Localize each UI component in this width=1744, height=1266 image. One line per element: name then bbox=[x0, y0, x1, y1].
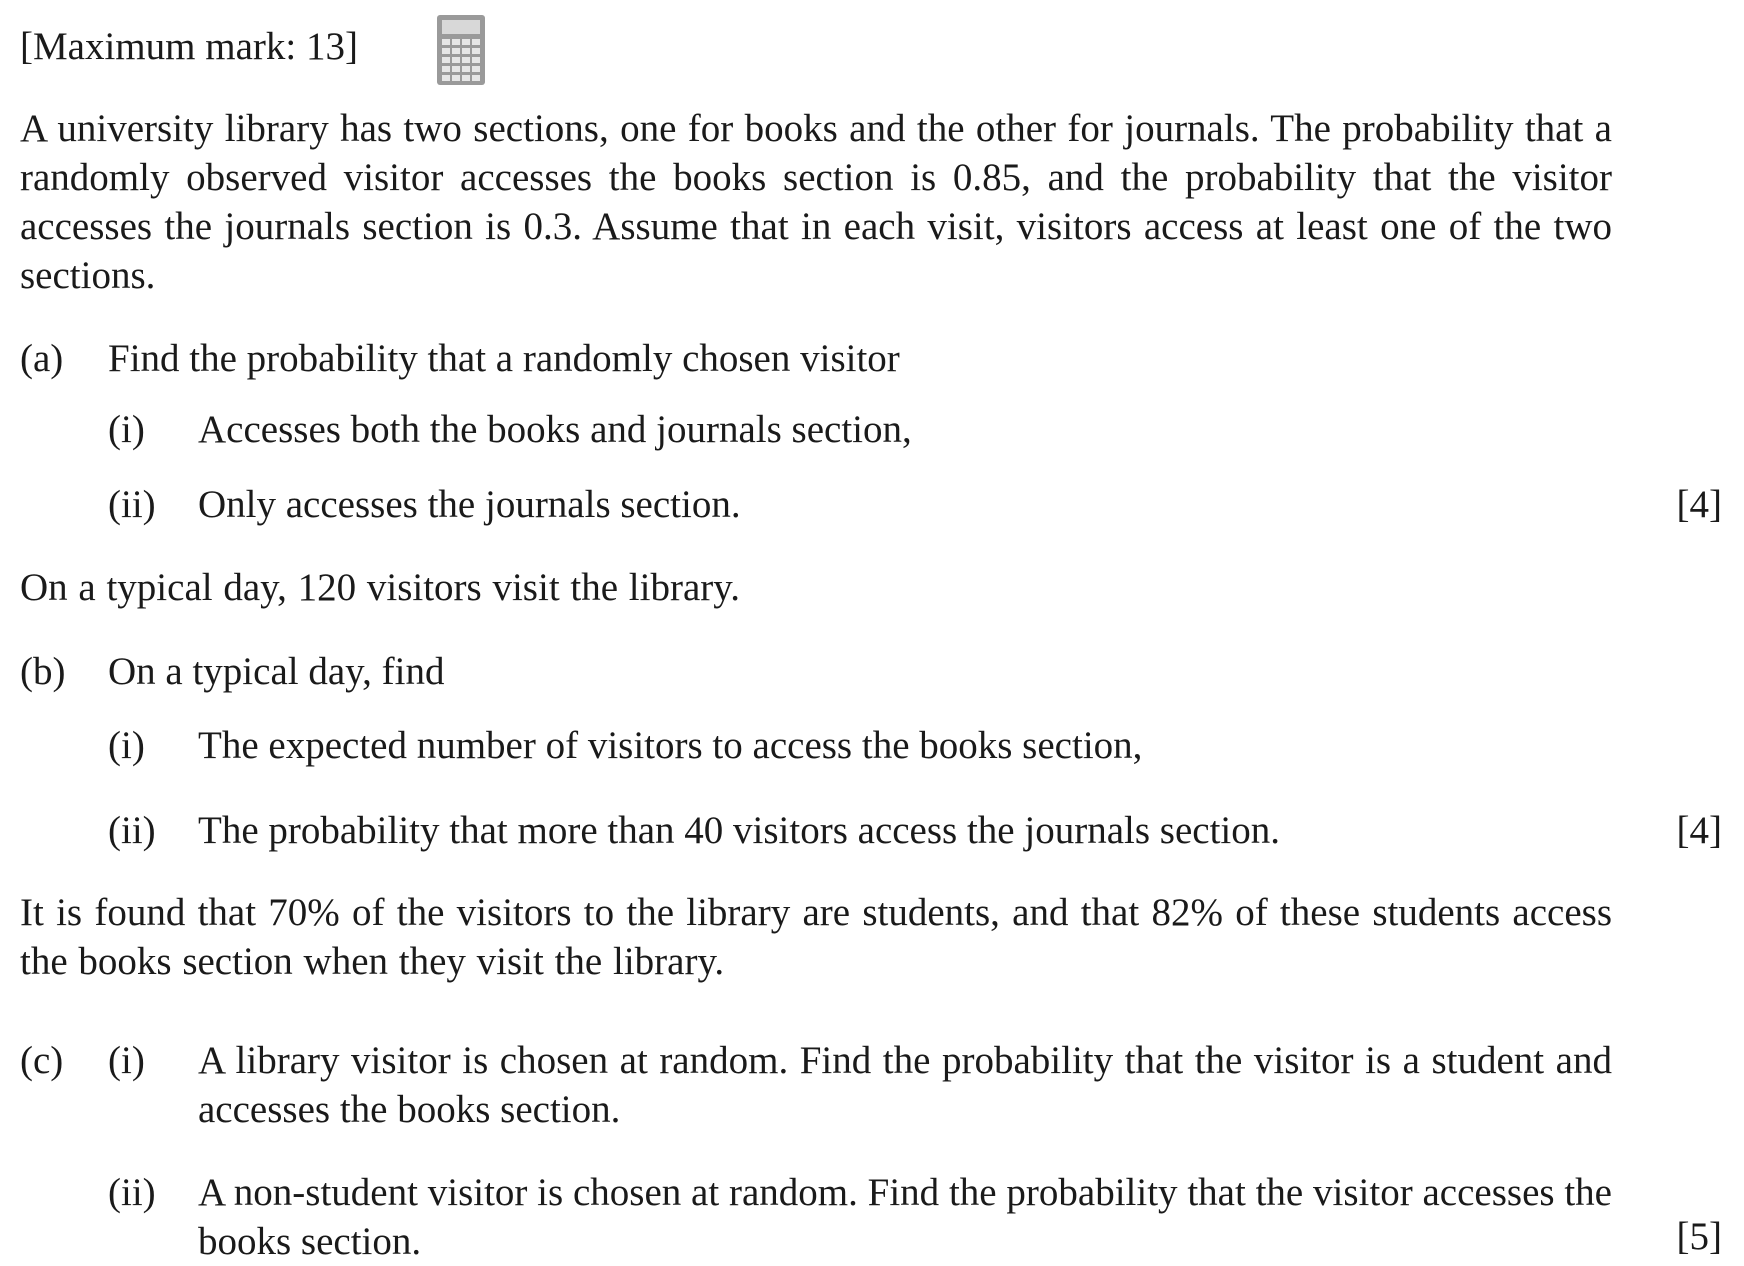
part-c-i-label: (i) bbox=[108, 1039, 145, 1082]
part-a-i-label: (i) bbox=[108, 408, 145, 451]
intro-paragraph: A university library has two sections, o… bbox=[20, 107, 1612, 297]
part-b-ii-text: The probability that more than 40 visito… bbox=[198, 809, 1280, 852]
part-c-marks: [5] bbox=[1676, 1215, 1722, 1258]
interlude-2: It is found that 70% of the visitors to … bbox=[20, 891, 1612, 983]
part-b-i-text: The expected number of visitors to acces… bbox=[198, 724, 1143, 767]
question-header: [Maximum mark: 13] bbox=[20, 22, 358, 71]
part-a-ii-label: (ii) bbox=[108, 483, 156, 526]
part-b-i-label: (i) bbox=[108, 724, 145, 767]
part-c-label: (c) bbox=[20, 1039, 64, 1082]
maximum-mark: [Maximum mark: 13] bbox=[20, 25, 358, 68]
part-c-ii-label: (ii) bbox=[108, 1171, 156, 1214]
part-a-label: (a) bbox=[20, 337, 64, 380]
part-a-ii-text: Only accesses the journals section. bbox=[198, 483, 741, 526]
part-a-stem: Find the probability that a randomly cho… bbox=[108, 337, 900, 380]
calculator-icon bbox=[437, 15, 485, 85]
part-b-label: (b) bbox=[20, 650, 66, 693]
interlude-1: On a typical day, 120 visitors visit the… bbox=[20, 566, 740, 609]
question-page: [Maximum mark: 13] A university library … bbox=[0, 0, 1744, 1266]
part-b-marks: [4] bbox=[1676, 809, 1722, 852]
part-c-ii-text: A non-student visitor is chosen at rando… bbox=[198, 1171, 1612, 1263]
part-b-ii-label: (ii) bbox=[108, 809, 156, 852]
part-c-i-text: A library visitor is chosen at random. F… bbox=[198, 1039, 1612, 1131]
part-a-marks: [4] bbox=[1676, 483, 1722, 526]
part-b-stem: On a typical day, find bbox=[108, 650, 445, 693]
part-a-i-text: Accesses both the books and journals sec… bbox=[198, 408, 912, 451]
